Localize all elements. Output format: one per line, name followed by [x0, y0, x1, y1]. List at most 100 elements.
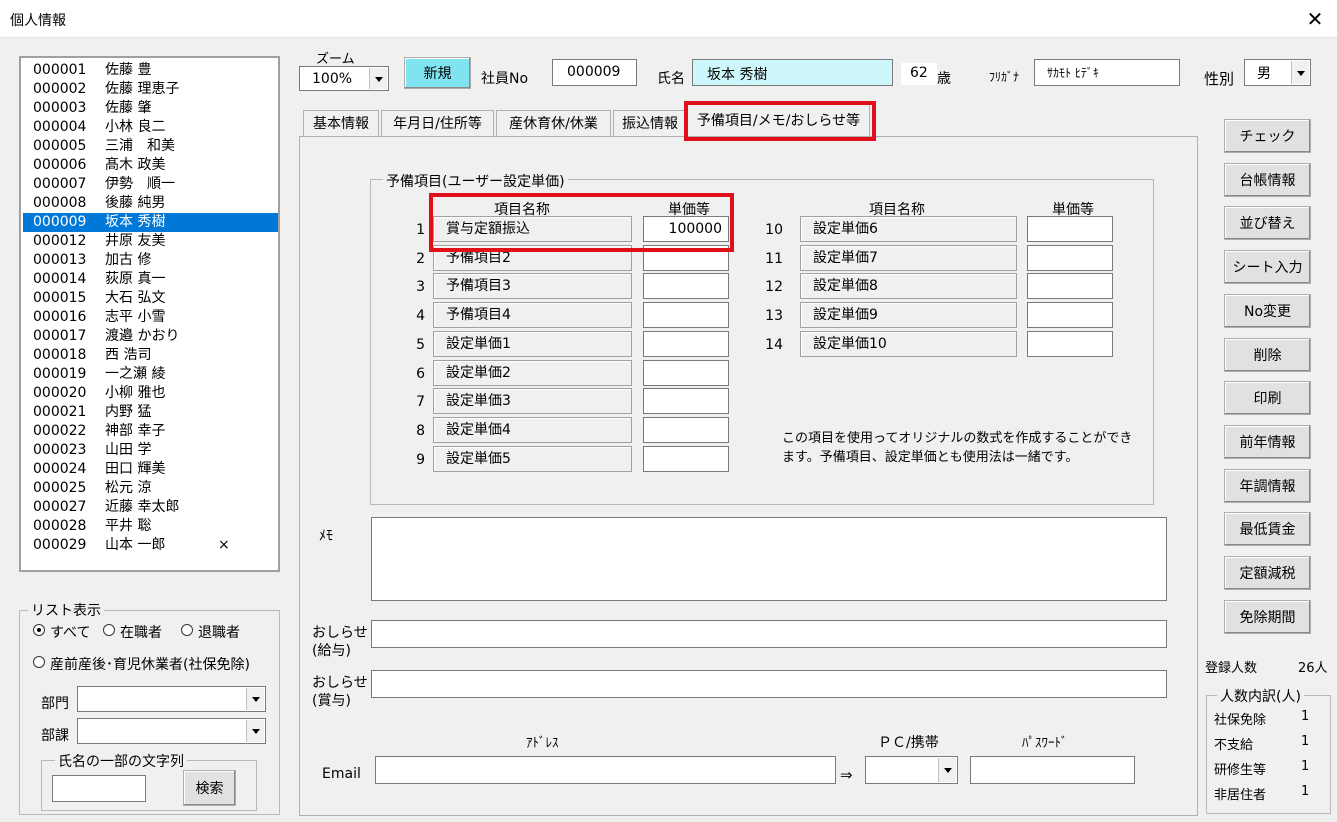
item-name-cell[interactable]: 設定単価6: [800, 216, 1017, 242]
chevron-down-icon[interactable]: [1291, 61, 1309, 84]
notice-bonus-input[interactable]: [371, 670, 1167, 698]
list-item[interactable]: 000014 荻原 真一: [23, 270, 278, 289]
unit-price-input[interactable]: [643, 330, 729, 357]
list-item[interactable]: 000006 髙木 政美: [23, 156, 278, 175]
list-item[interactable]: 000017 渡邉 かおり: [23, 327, 278, 346]
list-item[interactable]: 000029 山本 一郎 ×: [23, 536, 278, 555]
list-item[interactable]: 000021 内野 猛: [23, 403, 278, 422]
unit-price-input[interactable]: [1027, 244, 1113, 271]
notice-salary-input[interactable]: [371, 620, 1167, 648]
zoom-select[interactable]: 100%: [299, 66, 389, 91]
list-item[interactable]: 000013 加古 修: [23, 251, 278, 270]
delete-button[interactable]: 削除: [1224, 337, 1311, 372]
list-item[interactable]: 000005 三浦 和美: [23, 137, 278, 156]
unit-price-input[interactable]: [643, 273, 729, 300]
tab-leave[interactable]: 産休育休/休業: [496, 110, 611, 136]
fixed-tax-cut-button[interactable]: 定額減税: [1224, 556, 1311, 590]
prev-year-button[interactable]: 前年情報: [1224, 424, 1311, 459]
unit-price-input[interactable]: [1027, 273, 1113, 300]
radio-employed[interactable]: [103, 624, 115, 636]
list-item[interactable]: 000015 大石 弘文: [23, 289, 278, 308]
list-item-no: 000017: [33, 328, 87, 344]
unit-price-input[interactable]: [643, 388, 729, 415]
item-name-cell[interactable]: 設定単価5: [433, 445, 632, 472]
list-item-name: 松元 涼: [105, 480, 152, 496]
list-item-no: 000009: [33, 214, 87, 230]
list-item[interactable]: 000004 小林 良二: [23, 118, 278, 137]
ledger-button[interactable]: 台帳情報: [1224, 162, 1311, 197]
sheet-input-button[interactable]: シート入力: [1224, 250, 1311, 285]
memo-textarea[interactable]: [371, 517, 1167, 601]
list-item[interactable]: 000002 佐藤 理恵子: [23, 80, 278, 99]
radio-all[interactable]: [33, 624, 45, 636]
list-item[interactable]: 000019 一之瀬 綾: [23, 365, 278, 384]
chevron-down-icon[interactable]: [246, 688, 264, 710]
no-change-button[interactable]: No変更: [1224, 293, 1311, 328]
item-name-cell[interactable]: 設定単価7: [800, 244, 1017, 271]
unit-price-input[interactable]: [643, 359, 729, 386]
furigana-field[interactable]: ｻｶﾓﾄ ﾋﾃﾞｷ: [1034, 59, 1180, 86]
print-button[interactable]: 印刷: [1224, 381, 1311, 416]
unit-price-input[interactable]: [643, 416, 729, 443]
new-button[interactable]: 新規: [404, 57, 471, 89]
list-item[interactable]: 000001 佐藤 豊: [23, 61, 278, 80]
min-wage-button[interactable]: 最低賃金: [1224, 512, 1311, 547]
tab-transfer[interactable]: 振込情報: [613, 110, 687, 136]
unit-price-input[interactable]: [643, 445, 729, 472]
item-name-cell[interactable]: 設定単価8: [800, 273, 1017, 300]
search-button[interactable]: 検索: [183, 770, 236, 806]
list-item[interactable]: 000028 平井 聡: [23, 517, 278, 536]
chevron-down-icon[interactable]: [938, 758, 956, 782]
unit-price-input[interactable]: [1027, 330, 1113, 357]
list-item[interactable]: 000025 松元 涼: [23, 479, 278, 498]
item-name-cell[interactable]: 設定単価10: [800, 330, 1017, 357]
sort-button[interactable]: 並び替え: [1224, 206, 1311, 241]
emp-no-field[interactable]: 000009: [552, 59, 637, 86]
list-item[interactable]: 000018 西 浩司: [23, 346, 278, 365]
item-name-cell[interactable]: 予備項目4: [433, 302, 632, 329]
gender-select[interactable]: 男: [1244, 59, 1311, 86]
check-button[interactable]: チェック: [1224, 119, 1311, 153]
chevron-down-icon[interactable]: [369, 68, 387, 89]
item-name-cell[interactable]: 予備項目3: [433, 273, 632, 300]
close-icon[interactable]: ✕: [1300, 4, 1330, 34]
email-address-input[interactable]: [375, 756, 836, 784]
password-input[interactable]: [970, 756, 1135, 784]
section-select[interactable]: [77, 718, 266, 744]
list-item[interactable]: 000012 井原 友美: [23, 232, 278, 251]
list-item[interactable]: 000016 志平 小雪: [23, 308, 278, 327]
tab-dates[interactable]: 年月日/住所等: [381, 110, 494, 136]
registered-value: 26人: [1298, 661, 1328, 676]
tab-basic[interactable]: 基本情報: [303, 110, 379, 136]
item-name-cell[interactable]: 設定単価1: [433, 330, 632, 357]
name-search-input[interactable]: [52, 775, 146, 802]
unit-price-input[interactable]: [643, 302, 729, 329]
list-item[interactable]: 000009 坂本 秀樹: [23, 213, 278, 232]
list-item[interactable]: 000008 後藤 純男: [23, 194, 278, 213]
name-field[interactable]: 坂本 秀樹: [692, 59, 893, 86]
unit-price-input[interactable]: [1027, 302, 1113, 329]
item-name-cell[interactable]: 設定単価2: [433, 359, 632, 386]
list-item[interactable]: 000027 近藤 幸太郎: [23, 498, 278, 517]
dept-select[interactable]: [77, 686, 266, 712]
unit-price-input[interactable]: [1027, 216, 1113, 242]
radio-leave[interactable]: [33, 656, 45, 668]
chevron-down-icon[interactable]: [246, 720, 264, 742]
list-item-no: 000020: [33, 385, 87, 401]
employee-listbox[interactable]: 000001 佐藤 豊 000002 佐藤 理恵子 000003 佐藤 肇 000004 小林…: [19, 56, 280, 572]
list-item[interactable]: 000022 神部 幸子: [23, 422, 278, 441]
radio-retired[interactable]: [181, 624, 193, 636]
list-item[interactable]: 000023 山田 学: [23, 441, 278, 460]
list-item[interactable]: 000024 田口 輝美: [23, 460, 278, 479]
item-name-cell[interactable]: 設定単価3: [433, 388, 632, 415]
exemption-period-button[interactable]: 免除期間: [1224, 599, 1311, 634]
list-item[interactable]: 000003 佐藤 肇: [23, 99, 278, 118]
list-item[interactable]: 000007 伊勢 順一: [23, 175, 278, 194]
pc-mobile-select[interactable]: [865, 756, 958, 784]
zoom-value: 100%: [312, 70, 353, 87]
list-item-no: 000003: [33, 100, 87, 116]
list-item[interactable]: 000020 小柳 雅也: [23, 384, 278, 403]
item-name-cell[interactable]: 設定単価4: [433, 416, 632, 443]
year-adjust-button[interactable]: 年調情報: [1224, 468, 1311, 503]
item-name-cell[interactable]: 設定単価9: [800, 302, 1017, 329]
